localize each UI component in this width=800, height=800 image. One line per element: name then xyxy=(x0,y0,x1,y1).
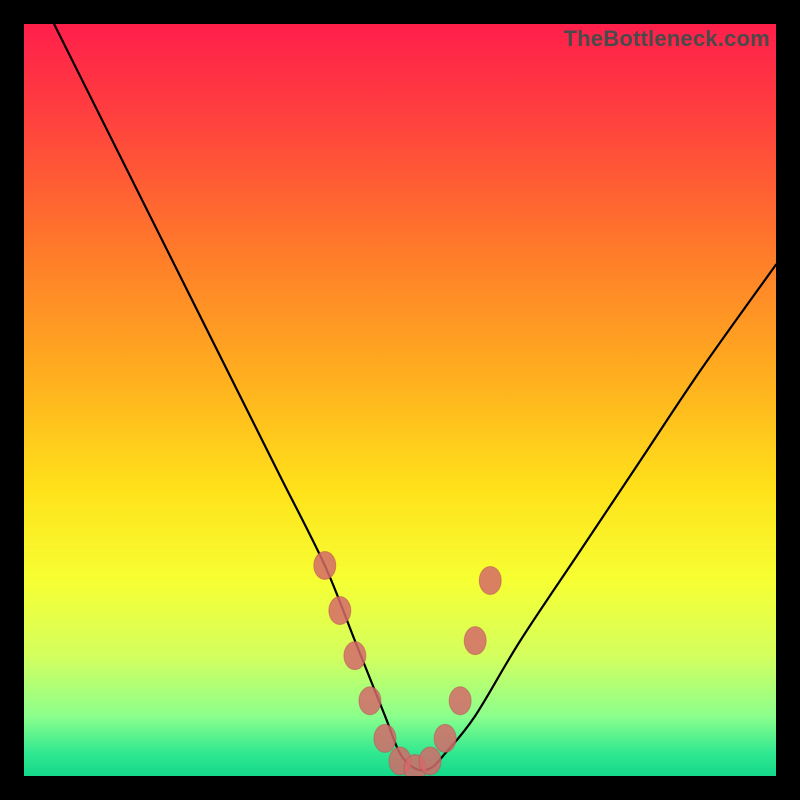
bottleneck-curve xyxy=(54,24,776,770)
marker-group xyxy=(314,551,501,776)
marker-point xyxy=(449,687,471,715)
marker-point xyxy=(374,724,396,752)
marker-point xyxy=(314,551,336,579)
marker-point xyxy=(419,747,441,775)
marker-point xyxy=(359,687,381,715)
marker-point xyxy=(344,642,366,670)
marker-point xyxy=(464,627,486,655)
marker-point xyxy=(479,566,501,594)
marker-point xyxy=(434,724,456,752)
chart-svg xyxy=(24,24,776,776)
chart-frame: TheBottleneck.com xyxy=(24,24,776,776)
marker-point xyxy=(329,597,351,625)
